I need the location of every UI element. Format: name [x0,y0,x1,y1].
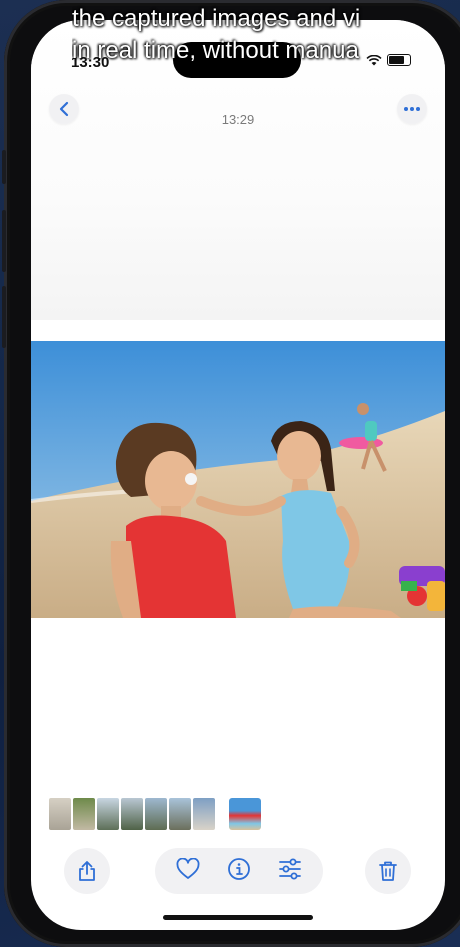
volume-up-button [2,210,6,272]
thumbnail-current[interactable] [229,798,261,830]
thumbnail[interactable] [73,798,95,830]
caption-line-2: in real time, without manua [72,37,359,64]
photo-actions-pill [155,848,323,894]
favorite-button[interactable] [176,857,200,885]
sliders-icon [278,858,301,879]
thumbnail[interactable] [193,798,215,830]
thumbnail[interactable] [49,798,71,830]
caption-line-1: the captured images and vi [72,5,361,32]
thumbnail[interactable] [121,798,143,830]
home-indicator [163,915,313,920]
trash-icon [379,861,397,881]
more-button[interactable] [397,94,427,124]
ellipsis-icon [404,107,420,111]
thumbnail[interactable] [97,798,119,830]
photo-timestamp: 13:29 [221,112,255,127]
share-icon [79,861,95,881]
video-caption: the captured images and vi in real time,… [72,2,460,66]
photo-viewer-screen: 13:30 13:29 [31,20,445,930]
main-photo[interactable] [31,341,445,618]
beach-children-photo [31,341,445,618]
action-button [2,150,6,184]
share-button[interactable] [64,848,110,894]
heart-icon [176,857,200,879]
info-button[interactable] [227,857,251,886]
adjust-button[interactable] [278,858,302,885]
delete-button[interactable] [365,848,411,894]
thumbnail[interactable] [145,798,167,830]
thumbnail[interactable] [169,798,191,830]
volume-down-button [2,286,6,348]
bottom-toolbar [31,848,445,896]
info-icon [228,857,250,880]
thumbnail-strip[interactable] [49,797,261,831]
